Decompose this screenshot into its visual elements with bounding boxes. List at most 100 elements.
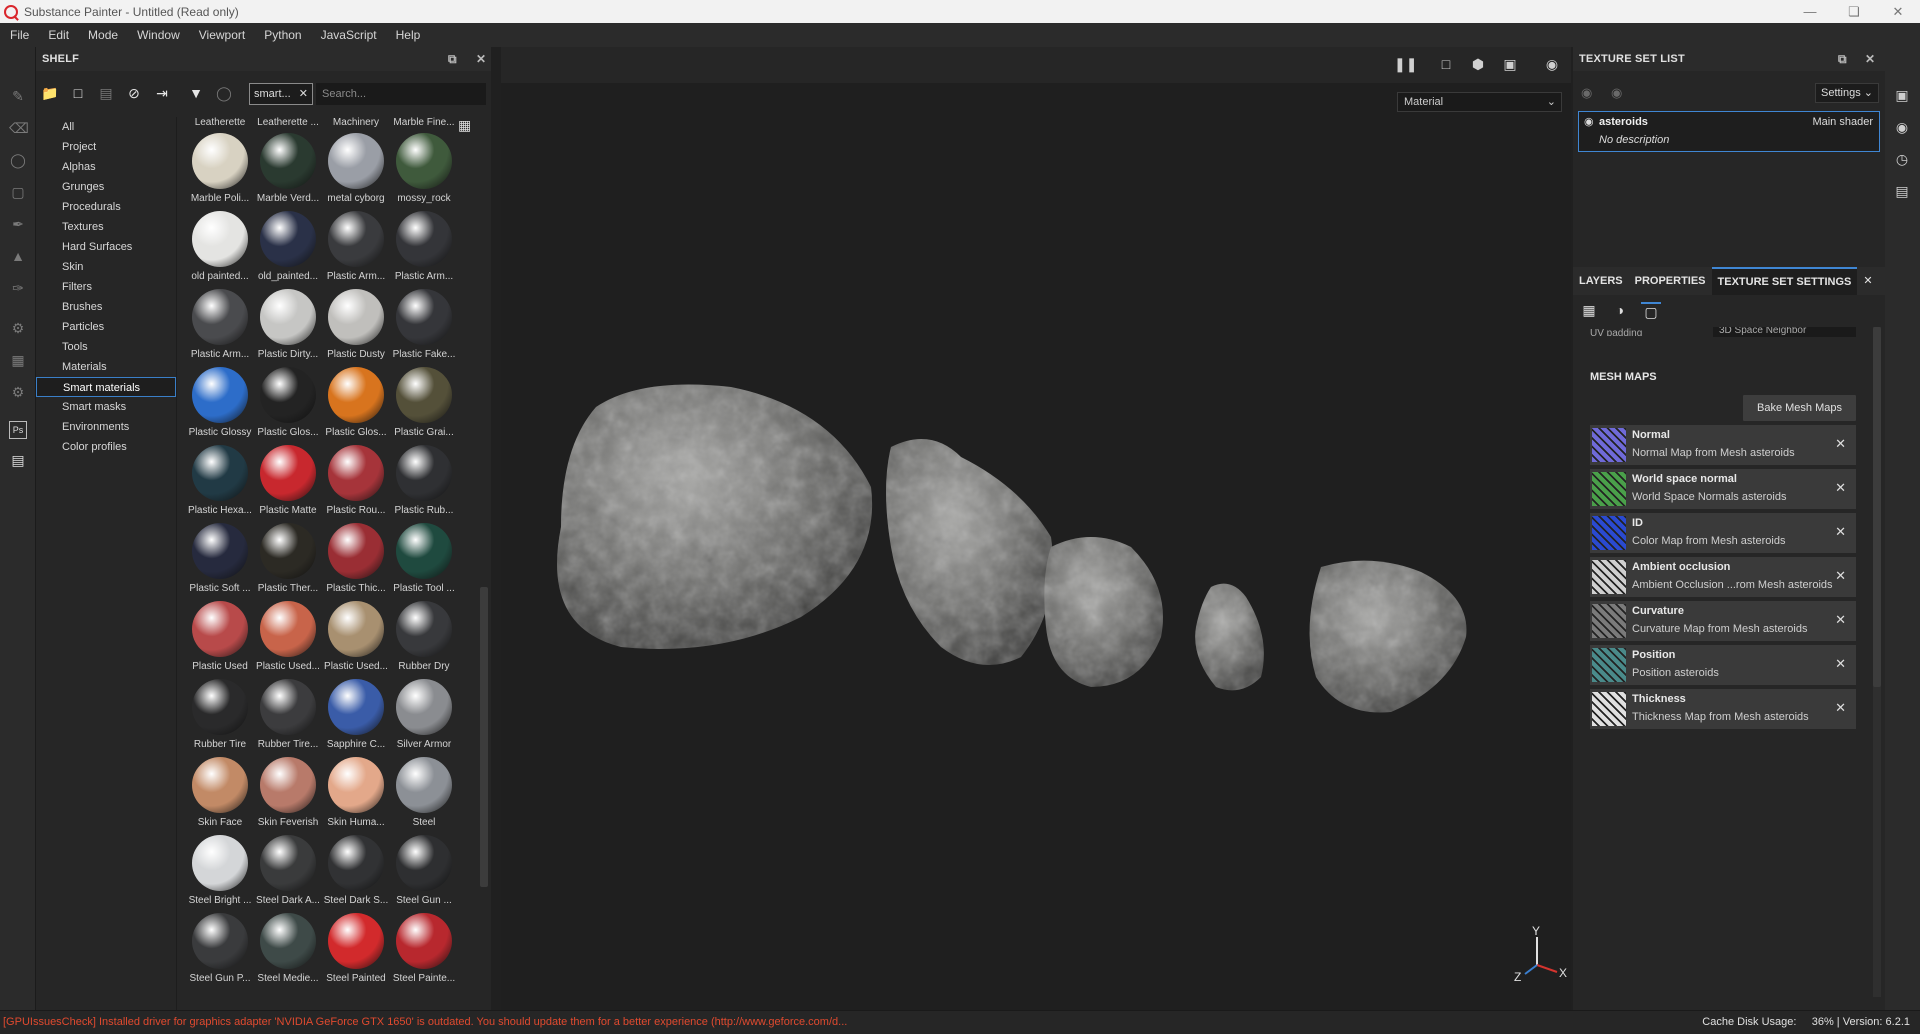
tab-texture-set-settings[interactable]: TEXTURE SET SETTINGS [1711, 267, 1858, 295]
material-thumbnail[interactable]: Silver Armor [390, 679, 458, 757]
material-thumbnail[interactable]: Plastic Arm... [322, 211, 390, 289]
hide-icon[interactable]: ⊘ [124, 83, 144, 103]
filter-icon[interactable]: ▼ [186, 83, 206, 103]
material-thumbnail[interactable]: Steel Painted [322, 913, 390, 991]
menu-python[interactable]: Python [264, 28, 301, 42]
folder-icon[interactable]: 📁 [40, 83, 60, 103]
category-item[interactable]: Color profiles [36, 437, 176, 457]
new-shelf-icon[interactable]: □ [68, 83, 88, 103]
category-item[interactable]: Project [36, 137, 176, 157]
smudge-icon[interactable]: ✒ [9, 215, 27, 233]
material-thumbnail[interactable]: Rubber Tire [186, 679, 254, 757]
history-icon[interactable]: ◷ [1893, 151, 1911, 169]
material-thumbnail[interactable]: Plastic Hexa... [186, 445, 254, 523]
material-thumbnail[interactable]: Plastic Arm... [390, 211, 458, 289]
material-thumbnail[interactable]: Sapphire C... [322, 679, 390, 757]
material-thumbnail[interactable]: mossy_rock [390, 133, 458, 211]
visibility-off-icon[interactable]: ◉ [1581, 85, 1592, 101]
category-item[interactable]: Filters [36, 277, 176, 297]
menu-help[interactable]: Help [396, 28, 421, 42]
close-panel-icon[interactable]: ✕ [476, 52, 486, 66]
shader-settings-icon[interactable]: ◉ [1893, 119, 1911, 137]
projection-icon[interactable]: ◯ [9, 151, 27, 169]
material-thumbnail[interactable]: old painted... [186, 211, 254, 289]
mesh-map-item[interactable]: Curvature Curvature Map from Mesh asteroi… [1590, 601, 1856, 641]
material-thumbnail[interactable]: Plastic Used [186, 601, 254, 679]
remove-mesh-map-icon[interactable]: ✕ [1835, 568, 1846, 584]
material-thumbnail[interactable]: Marble Verd... [254, 133, 322, 211]
menu-edit[interactable]: Edit [48, 28, 69, 42]
category-item[interactable]: Tools [36, 337, 176, 357]
category-item[interactable]: Brushes [36, 297, 176, 317]
category-item[interactable]: Alphas [36, 157, 176, 177]
baking-icon[interactable]: ▦ [9, 351, 27, 369]
category-item[interactable]: Environments [36, 417, 176, 437]
display-settings-icon[interactable]: ▣ [1893, 87, 1911, 105]
mesh-map-item[interactable]: Normal Normal Map from Mesh asteroids ✕ [1590, 425, 1856, 465]
material-thumbnail[interactable]: Skin Face [186, 757, 254, 835]
category-item[interactable]: Textures [36, 217, 176, 237]
material-thumbnail[interactable]: Plastic Soft ... [186, 523, 254, 601]
shelf-scrollbar[interactable] [480, 587, 488, 887]
category-item[interactable]: Materials [36, 357, 176, 377]
material-thumbnail[interactable]: Steel Gun ... [390, 835, 458, 913]
restore-icon[interactable]: ❏ [1832, 0, 1876, 23]
material-thumbnail[interactable]: Skin Feverish [254, 757, 322, 835]
material-thumbnail[interactable]: metal cyborg [322, 133, 390, 211]
float-panel-icon[interactable]: ⧉ [448, 52, 457, 67]
material-thumbnail[interactable]: Plastic Rub... [390, 445, 458, 523]
eraser-icon[interactable]: ⌫ [9, 119, 29, 137]
material-thumbnail[interactable]: Steel Gun P... [186, 913, 254, 991]
log-icon[interactable]: ▤ [1893, 183, 1911, 201]
status-message[interactable]: [GPUIssuesCheck] Installed driver for gr… [3, 1016, 847, 1028]
material-thumbnail[interactable]: Plastic Rou... [322, 445, 390, 523]
import-icon[interactable]: ⇥ [152, 83, 172, 103]
clear-filter-icon[interactable]: ✕ [299, 84, 308, 104]
remove-mesh-map-icon[interactable]: ✕ [1835, 656, 1846, 672]
shelf-search-input[interactable] [316, 83, 486, 105]
export-icon[interactable]: ▤ [9, 451, 27, 469]
category-item[interactable]: Skin [36, 257, 176, 277]
mesh-map-item[interactable]: Ambient occlusion Ambient Occlusion ...ro… [1590, 557, 1856, 597]
category-item[interactable]: Smart masks [36, 397, 176, 417]
material-thumbnail[interactable]: Plastic Fake... [390, 289, 458, 367]
delete-icon[interactable]: ▤ [96, 83, 116, 103]
minimize-icon[interactable]: — [1788, 0, 1832, 23]
material-thumbnail[interactable]: Plastic Ther... [254, 523, 322, 601]
material-thumbnail[interactable]: Plastic Glos... [322, 367, 390, 445]
tab-layers[interactable]: LAYERS [1573, 267, 1629, 295]
material-thumbnail[interactable]: Plastic Used... [322, 601, 390, 679]
material-thumbnail[interactable]: old_painted... [254, 211, 322, 289]
material-thumbnail[interactable]: Steel Painte... [390, 913, 458, 991]
material-thumbnail[interactable]: Marble Poli... [186, 133, 254, 211]
material-thumbnail[interactable]: Steel Dark S... [322, 835, 390, 913]
geometry-mask-icon[interactable]: ▢ [9, 183, 27, 201]
viewport-3d[interactable]: ❚❚ □ ⬢ ▣ ◉ Material ⌄ Y X Z [501, 47, 1571, 1010]
material-sphere-icon[interactable]: ◑ [1610, 302, 1630, 320]
close-panel-icon[interactable]: ✕ [1865, 52, 1875, 66]
material-thumbnail[interactable]: Steel Medie... [254, 913, 322, 991]
remove-mesh-map-icon[interactable]: ✕ [1835, 700, 1846, 716]
tab-properties[interactable]: PROPERTIES [1629, 267, 1712, 295]
float-panel-icon[interactable]: ⧉ [1838, 52, 1847, 67]
material-thumbnail[interactable]: Plastic Grai... [390, 367, 458, 445]
mesh-map-item[interactable]: World space normal World Space Normals as… [1590, 469, 1856, 509]
category-item[interactable]: All [36, 117, 176, 137]
close-window-icon[interactable]: ✕ [1876, 0, 1920, 23]
material-thumbnail[interactable]: Steel [390, 757, 458, 835]
material-thumbnail[interactable]: Plastic Matte [254, 445, 322, 523]
remove-mesh-map-icon[interactable]: ✕ [1835, 480, 1846, 496]
material-thumbnail[interactable]: Rubber Tire... [254, 679, 322, 757]
bake-mesh-maps-button[interactable]: Bake Mesh Maps [1743, 395, 1856, 421]
remove-mesh-map-icon[interactable]: ✕ [1835, 436, 1846, 452]
material-thumbnail[interactable]: Plastic Glos... [254, 367, 322, 445]
mesh-map-item[interactable]: Thickness Thickness Map from Mesh asteroi… [1590, 689, 1856, 729]
refresh-icon[interactable]: ◯ [214, 83, 234, 103]
remove-mesh-map-icon[interactable]: ✕ [1835, 612, 1846, 628]
settings-dropdown[interactable]: Settings ⌄ [1815, 83, 1879, 103]
polygon-fill-icon[interactable]: ⚙ [9, 319, 27, 337]
eye-icon[interactable]: ◉ [1584, 115, 1594, 128]
right-scrollbar[interactable] [1873, 327, 1881, 997]
texture-set-item[interactable]: ◉ asteroids Main shader No description [1578, 111, 1880, 152]
material-thumbnail[interactable]: Steel Dark A... [254, 835, 322, 913]
